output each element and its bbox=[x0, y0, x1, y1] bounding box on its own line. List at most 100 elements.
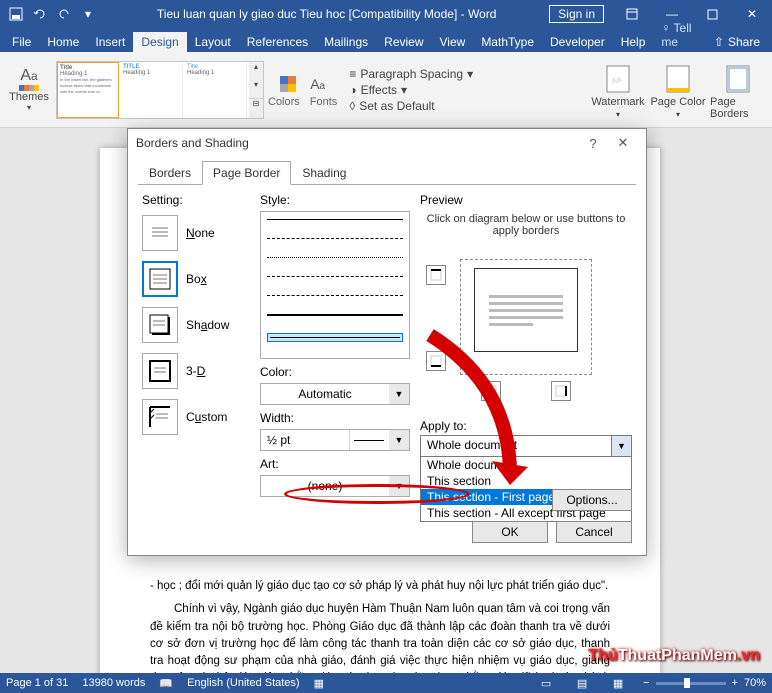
share-icon: ⇧ bbox=[714, 35, 724, 49]
setting-custom[interactable]: Custom bbox=[142, 399, 250, 435]
style-set-thumb[interactable]: TitleHeading 1In the Insert tab, the gal… bbox=[57, 62, 119, 118]
redo-icon[interactable] bbox=[52, 0, 76, 28]
undo-icon[interactable] bbox=[28, 0, 52, 28]
zoom-level[interactable]: 70% bbox=[744, 677, 766, 689]
page-color-button[interactable]: Page Color▾ bbox=[650, 60, 706, 119]
themes-icon: Aa bbox=[20, 67, 37, 85]
effects-icon: ◑ bbox=[349, 83, 356, 97]
cancel-button[interactable]: Cancel bbox=[556, 521, 632, 543]
page-indicator[interactable]: Page 1 of 31 bbox=[6, 677, 68, 689]
tab-insert[interactable]: Insert bbox=[87, 32, 133, 52]
preview-label: Preview bbox=[420, 193, 632, 207]
color-dropdown[interactable]: Automatic ▼ bbox=[260, 383, 410, 405]
macro-icon[interactable]: ▦ bbox=[314, 677, 324, 690]
border-style-option[interactable] bbox=[267, 314, 403, 330]
setting-3d[interactable]: 3-D bbox=[142, 353, 250, 389]
spacing-icon: ≡ bbox=[349, 67, 356, 81]
style-set-thumb[interactable]: TitleHeading 1 bbox=[185, 62, 247, 118]
print-layout-icon[interactable]: ▤ bbox=[571, 674, 593, 692]
ok-button[interactable]: OK bbox=[472, 521, 548, 543]
tab-help[interactable]: Help bbox=[613, 32, 654, 52]
options-button[interactable]: Options... bbox=[552, 489, 632, 511]
border-style-option[interactable] bbox=[267, 219, 403, 235]
art-label: Art: bbox=[260, 457, 410, 471]
tab-mailings[interactable]: Mailings bbox=[316, 32, 376, 52]
tab-view[interactable]: View bbox=[432, 32, 474, 52]
ribbon-options-icon[interactable] bbox=[612, 0, 652, 28]
color-label: Color: bbox=[260, 365, 410, 379]
doc-paragraph: - học ; đổi mới quản lý giáo dục tạo cơ … bbox=[150, 578, 610, 595]
apply-option[interactable]: Whole document bbox=[421, 457, 631, 473]
chevron-down-icon: ▼ bbox=[611, 436, 631, 456]
style-list[interactable] bbox=[260, 211, 410, 359]
tab-file[interactable]: File bbox=[4, 32, 39, 52]
zoom-in-icon[interactable]: + bbox=[732, 677, 738, 689]
colors-button[interactable] bbox=[276, 72, 300, 96]
language-indicator[interactable]: English (United States) bbox=[187, 677, 300, 689]
apply-option[interactable]: This section bbox=[421, 473, 631, 489]
preview-diagram[interactable] bbox=[420, 245, 632, 375]
page-borders-button[interactable]: Page Borders bbox=[710, 60, 766, 120]
watermark-button[interactable]: Aa Watermark▾ bbox=[590, 60, 646, 119]
dialog-title: Borders and Shading bbox=[136, 136, 249, 150]
default-icon: ◊ bbox=[349, 99, 355, 113]
border-bottom-toggle[interactable] bbox=[426, 351, 446, 371]
setting-none[interactable]: None bbox=[142, 215, 250, 251]
save-icon[interactable] bbox=[4, 0, 28, 28]
watermark-icon: Aa bbox=[603, 64, 633, 94]
tab-shading[interactable]: Shading bbox=[291, 161, 357, 185]
effects-button[interactable]: ◑Effects ▾ bbox=[349, 83, 473, 97]
setting-label: Setting: bbox=[142, 193, 250, 207]
tab-layout[interactable]: Layout bbox=[187, 32, 239, 52]
sign-in-button[interactable]: Sign in bbox=[549, 5, 604, 23]
border-style-option[interactable] bbox=[267, 238, 403, 254]
width-label: Width: bbox=[260, 411, 410, 425]
dialog-tab-strip: Borders Page Border Shading bbox=[128, 157, 646, 185]
dialog-close-icon[interactable]: ✕ bbox=[608, 129, 638, 157]
tab-review[interactable]: Review bbox=[376, 32, 431, 52]
width-dropdown[interactable]: ½ pt ▼ bbox=[260, 429, 410, 451]
style-set-thumb[interactable]: TITLEHeading 1 bbox=[121, 62, 183, 118]
fonts-button[interactable]: Aa bbox=[306, 72, 330, 96]
document-formatting-gallery[interactable]: TitleHeading 1In the Insert tab, the gal… bbox=[56, 61, 264, 119]
border-right-toggle[interactable] bbox=[551, 381, 571, 401]
border-style-option[interactable] bbox=[267, 276, 403, 292]
qat-more-icon[interactable]: ▾ bbox=[76, 0, 100, 28]
preview-page[interactable] bbox=[474, 268, 578, 352]
proofing-icon[interactable]: 📖 bbox=[159, 677, 173, 690]
tab-home[interactable]: Home bbox=[39, 32, 87, 52]
tab-references[interactable]: References bbox=[239, 32, 316, 52]
border-style-option-selected[interactable] bbox=[267, 333, 403, 342]
themes-button[interactable]: Aa Themes ▾ bbox=[6, 60, 52, 120]
art-dropdown[interactable]: (none) ▼ bbox=[260, 475, 410, 497]
border-top-toggle[interactable] bbox=[426, 265, 446, 285]
tab-page-border[interactable]: Page Border bbox=[202, 161, 291, 185]
web-layout-icon[interactable]: ▦ bbox=[607, 674, 629, 692]
zoom-slider[interactable] bbox=[656, 682, 726, 685]
page-borders-icon bbox=[723, 64, 753, 94]
tab-developer[interactable]: Developer bbox=[542, 32, 613, 52]
tell-me[interactable]: ♀ Tell me bbox=[653, 18, 706, 52]
apply-to-dropdown[interactable]: Whole document ▼ bbox=[420, 435, 632, 457]
set-default-button[interactable]: ◊Set as Default bbox=[349, 99, 473, 113]
paragraph-spacing-button[interactable]: ≡Paragraph Spacing ▾ bbox=[349, 67, 473, 81]
border-style-option[interactable] bbox=[267, 257, 403, 273]
ribbon-design: Aa Themes ▾ TitleHeading 1In the Insert … bbox=[0, 52, 772, 128]
preview-hint: Click on diagram below or use buttons to… bbox=[420, 213, 632, 237]
read-mode-icon[interactable]: ▭ bbox=[535, 674, 557, 692]
border-left-toggle[interactable] bbox=[481, 381, 501, 401]
setting-shadow[interactable]: Shadow bbox=[142, 307, 250, 343]
word-count[interactable]: 13980 words bbox=[82, 677, 145, 689]
tab-borders[interactable]: Borders bbox=[138, 161, 202, 185]
tab-mathtype[interactable]: MathType bbox=[473, 32, 542, 52]
setting-box[interactable]: Box bbox=[142, 261, 250, 297]
tab-design[interactable]: Design bbox=[133, 32, 186, 52]
chevron-down-icon: ▼ bbox=[389, 476, 409, 496]
fonts-label: Fonts bbox=[310, 96, 338, 108]
share-button[interactable]: ⇧Share bbox=[706, 32, 768, 52]
status-bar: Page 1 of 31 13980 words 📖 English (Unit… bbox=[0, 673, 772, 693]
dialog-help-icon[interactable]: ? bbox=[578, 129, 608, 157]
close-icon[interactable]: ✕ bbox=[732, 0, 772, 28]
border-style-option[interactable] bbox=[267, 295, 403, 311]
zoom-out-icon[interactable]: − bbox=[643, 677, 649, 689]
